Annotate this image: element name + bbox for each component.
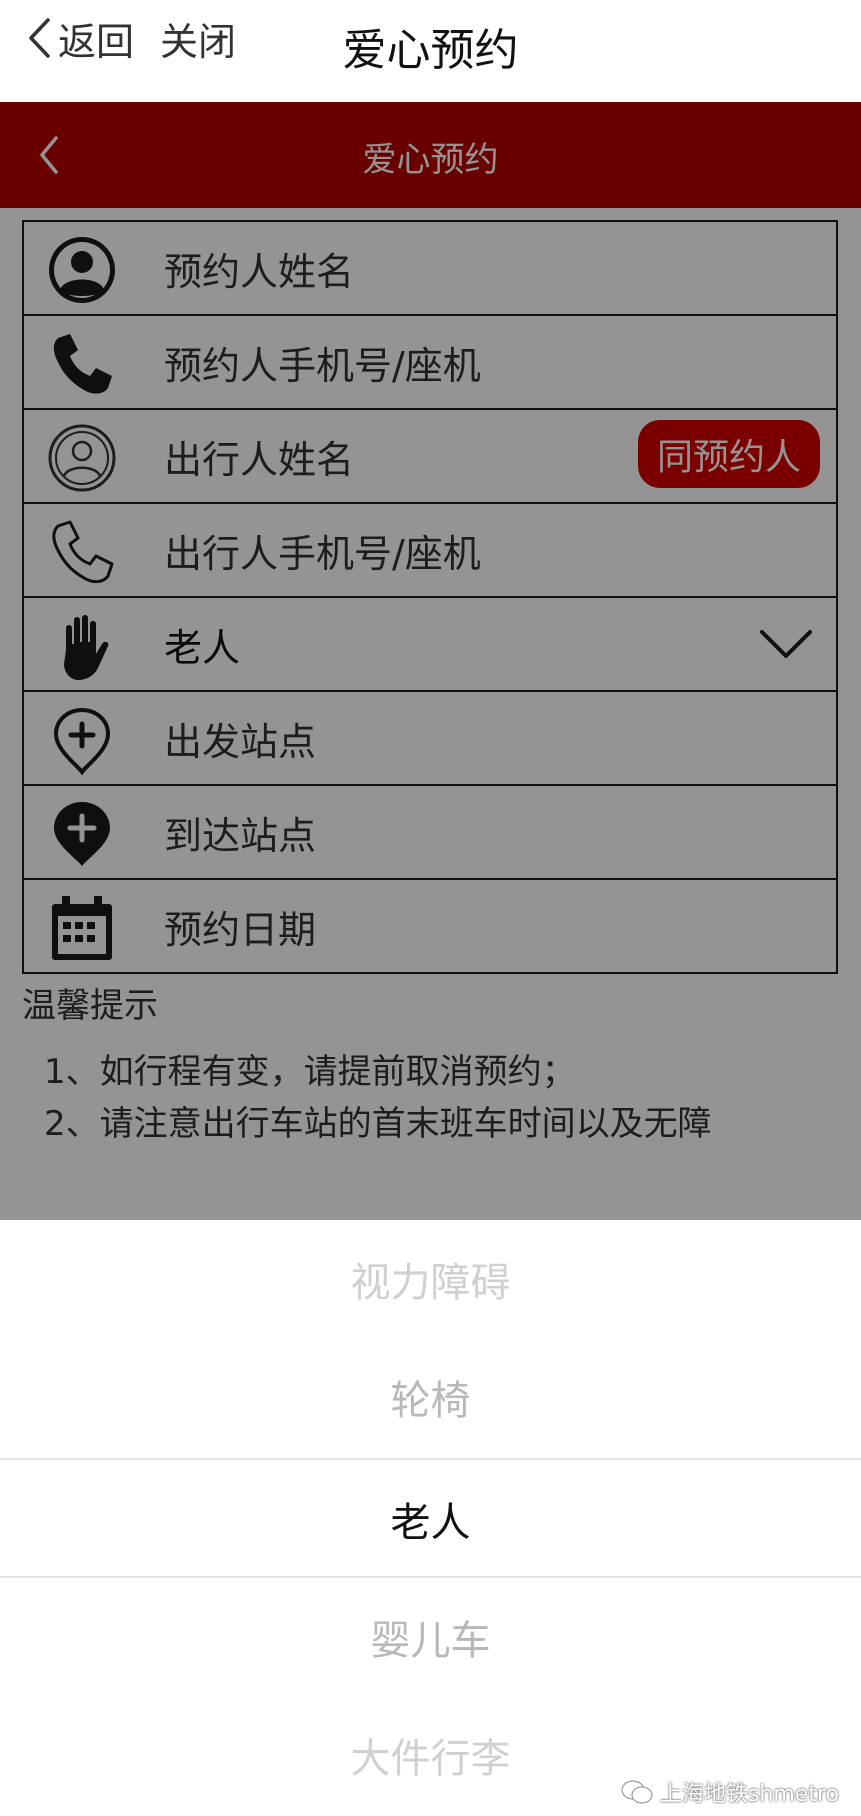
- arrival-station-field[interactable]: 到达站点: [22, 784, 838, 880]
- chevron-down-icon[interactable]: [758, 622, 814, 666]
- booker-name-field[interactable]: 预约人姓名: [22, 220, 838, 316]
- tips-title: 温馨提示: [22, 986, 158, 1026]
- page-title: 爱心预约: [362, 140, 499, 180]
- departure-placeholder: 出发站点: [164, 719, 317, 764]
- location-plus-icon: [54, 802, 110, 866]
- red-header: 爱心预约: [0, 102, 861, 208]
- same-as-booker-button[interactable]: 同预约人: [638, 420, 820, 488]
- traveler-phone-placeholder: 出行人手机号/座机: [164, 531, 481, 576]
- hand-icon: [64, 615, 109, 680]
- watermark: 上海地铁shmetro: [620, 1777, 839, 1807]
- person-outline-icon: [48, 424, 116, 492]
- booker-name-placeholder: 预约人姓名: [164, 249, 355, 294]
- traveler-name-placeholder: 出行人姓名: [164, 437, 355, 482]
- passenger-type-select[interactable]: 老人: [22, 596, 838, 692]
- picker-option-selected[interactable]: 老人: [0, 1460, 861, 1578]
- passenger-type-value: 老人: [164, 625, 241, 670]
- picker-option[interactable]: 视力障碍: [0, 1220, 861, 1338]
- calendar-icon: [52, 896, 112, 960]
- picker-option[interactable]: 婴儿车: [0, 1578, 861, 1696]
- booker-phone-placeholder: 预约人手机号/座机: [164, 343, 481, 388]
- nav-title: 爱心预约: [342, 25, 519, 76]
- arrival-placeholder: 到达站点: [164, 813, 317, 858]
- top-nav-bar: 返回 关闭 爱心预约: [0, 0, 861, 102]
- picker-option[interactable]: 轮椅: [0, 1338, 861, 1456]
- tips-line-1: 1、如行程有变，请提前取消预约；: [44, 1052, 576, 1092]
- passenger-type-picker[interactable]: 视力障碍 轮椅 老人 婴儿车 大件行李: [0, 1220, 861, 1816]
- traveler-name-field[interactable]: 出行人姓名 同预约人: [22, 408, 838, 504]
- tips-line-2: 2、请注意出行车站的首末班车时间以及无障: [44, 1104, 712, 1144]
- watermark-text: 上海地铁shmetro: [659, 1782, 839, 1807]
- phone-icon: [53, 334, 112, 394]
- booking-page: 爱心预约 预约人姓名 预约人手机号/座机 出行人姓名 同预约人 出行人手机号/座…: [0, 102, 861, 1220]
- departure-station-field[interactable]: 出发站点: [22, 690, 838, 786]
- wechat-icon: [621, 1780, 653, 1804]
- person-icon: [49, 237, 115, 303]
- booker-phone-field[interactable]: 预约人手机号/座机: [22, 314, 838, 410]
- phone-outline-icon: [52, 520, 114, 584]
- traveler-phone-field[interactable]: 出行人手机号/座机: [22, 502, 838, 598]
- location-plus-outline-icon: [53, 707, 111, 776]
- date-placeholder: 预约日期: [164, 907, 317, 952]
- booking-date-field[interactable]: 预约日期: [22, 878, 838, 974]
